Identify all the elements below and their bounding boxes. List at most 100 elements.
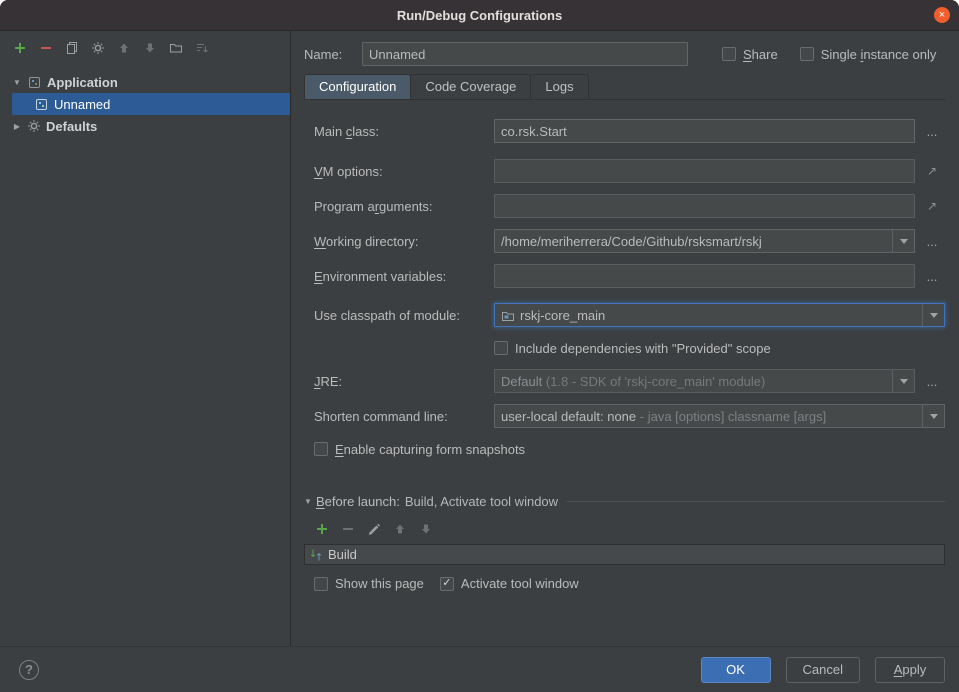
ok-button[interactable]: OK [701,657,771,683]
main-class-browse-button[interactable]: ... [919,124,945,139]
tree-item-label: Application [47,75,118,90]
program-arguments-input[interactable] [494,194,915,218]
tab-code-coverage[interactable]: Code Coverage [410,74,531,99]
tree-item-defaults[interactable]: ▶ Defaults [0,115,290,137]
shorten-command-line-row: Shorten command line: user-local default… [314,404,945,428]
main-class-input[interactable] [494,119,915,143]
task-item-build[interactable]: Build [305,547,944,562]
tab-configuration[interactable]: Configuration [304,74,411,99]
include-provided-label: Include dependencies with "Provided" sco… [515,341,771,356]
working-directory-browse-button[interactable]: ... [919,234,945,249]
show-this-page-checkbox[interactable]: Show this page [314,576,424,591]
main-class-label: Main class: [314,124,494,139]
include-provided-checkbox[interactable]: Include dependencies with "Provided" sco… [494,341,771,356]
chevron-down-icon[interactable] [892,230,914,252]
classpath-module-label: Use classpath of module: [314,308,494,323]
move-down-button[interactable] [142,40,158,56]
chevron-down-icon[interactable]: ▼ [304,497,316,506]
include-provided-row: Include dependencies with "Provided" sco… [314,338,945,358]
apply-button[interactable]: Apply [875,657,945,683]
working-directory-row: Working directory: /home/meriherrera/Cod… [314,229,945,253]
single-instance-checkbox[interactable]: Single instance only [800,47,937,62]
name-row: Name: Share Single instance only [304,42,945,66]
working-directory-combo[interactable]: /home/meriherrera/Code/Github/rsksmart/r… [494,229,915,253]
before-launch-header[interactable]: ▼ Before launch: Build, Activate tool wi… [304,491,945,511]
jre-combo[interactable]: Default (1.8 - SDK of 'rskj-core_main' m… [494,369,915,393]
before-launch-task-list: Build [304,544,945,565]
minus-icon [341,522,355,536]
sort-icon [195,41,209,55]
program-arguments-row: Program arguments: ↗ [314,194,945,218]
main-class-row: Main class: ... [314,119,945,143]
copy-configuration-button[interactable] [64,40,80,56]
add-task-button[interactable] [314,521,330,537]
chevron-down-icon[interactable] [892,370,914,392]
show-this-page-label: Show this page [335,576,424,591]
chevron-down-icon[interactable] [922,304,944,326]
capture-snapshots-checkbox[interactable]: Enable capturing form snapshots [314,442,525,457]
arrow-down-icon [143,41,157,55]
remove-task-button[interactable] [340,521,356,537]
shorten-command-line-combo[interactable]: user-local default: none - java [options… [494,404,945,428]
jre-browse-button[interactable]: ... [919,374,945,389]
chevron-down-icon[interactable] [922,405,944,427]
jre-row: JRE: Default (1.8 - SDK of 'rskj-core_ma… [314,369,945,393]
program-arguments-expand-button[interactable]: ↗ [919,199,945,213]
tab-logs[interactable]: Logs [530,74,588,99]
gear-icon [27,119,41,133]
edit-task-button[interactable] [366,521,382,537]
add-configuration-button[interactable] [12,40,28,56]
activate-tool-window-checkbox[interactable]: ✓ Activate tool window [440,576,579,591]
capture-snapshots-row: Enable capturing form snapshots [314,439,945,459]
tree-item-unnamed[interactable]: Unnamed [12,93,290,115]
checkbox-box [494,341,508,355]
environment-variables-input[interactable] [494,264,915,288]
configuration-tabs: Configuration Code Coverage Logs [304,74,945,100]
module-icon [501,309,515,322]
environment-variables-browse-button[interactable]: ... [919,269,945,284]
name-label: Name: [304,47,362,62]
name-input[interactable] [362,42,688,66]
jre-label: JRE: [314,374,494,389]
separator-line [567,501,945,502]
remove-configuration-button[interactable] [38,40,54,56]
copy-icon [65,41,79,55]
chevron-right-icon[interactable]: ▶ [12,122,22,131]
shorten-command-line-value: user-local default: none - java [options… [501,409,922,424]
title-bar[interactable]: Run/Debug Configurations × [0,0,959,31]
share-checkbox[interactable]: Share [722,47,778,62]
tree-item-label: Defaults [46,119,97,134]
help-icon: ? [25,662,33,677]
before-launch-options: Show this page ✓ Activate tool window [304,576,945,591]
new-folder-button[interactable] [168,40,184,56]
vm-options-expand-button[interactable]: ↗ [919,164,945,178]
task-item-label: Build [328,547,357,562]
gear-icon [91,41,105,55]
minus-icon [39,41,53,55]
before-launch-subtitle: Build, Activate tool window [405,494,558,509]
move-up-button[interactable] [116,40,132,56]
sort-configurations-button[interactable] [194,40,210,56]
vm-options-label: VM options: [314,164,494,179]
tree-item-application[interactable]: ▼ Application [0,71,290,93]
dialog-footer: ? OK Cancel Apply [0,646,959,692]
cancel-button[interactable]: Cancel [786,657,860,683]
single-instance-label: Single instance only [821,47,937,62]
classpath-module-combo[interactable]: rskj-core_main [494,303,945,327]
configurations-tree: ▼ Application Unnamed ▶ Defaults [0,65,290,137]
move-task-up-button[interactable] [392,521,408,537]
chevron-down-icon[interactable]: ▼ [12,78,22,87]
before-launch-title: Before launch: [316,494,400,509]
capture-snapshots-label: Enable capturing form snapshots [335,442,525,457]
checkbox-box [722,47,736,61]
checkbox-box-checked: ✓ [440,577,454,591]
edit-defaults-button[interactable] [90,40,106,56]
close-button[interactable]: × [934,7,950,23]
help-button[interactable]: ? [19,660,39,680]
arrow-down-icon [419,522,433,536]
move-task-down-button[interactable] [418,521,434,537]
checkbox-box [314,577,328,591]
share-label: Share [743,47,778,62]
vm-options-input[interactable] [494,159,915,183]
configurations-sidebar: ▼ Application Unnamed ▶ Defaults [0,31,291,646]
